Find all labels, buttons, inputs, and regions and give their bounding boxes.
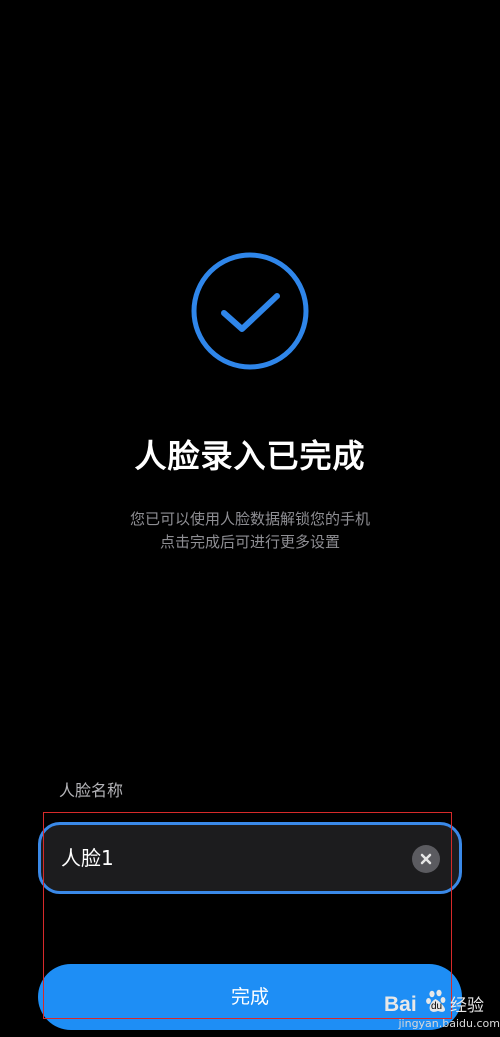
clear-icon[interactable]: [412, 845, 440, 873]
baidu-jingyan-watermark: Bai du 经验 jingyan.baidu.com: [382, 984, 500, 1037]
face-name-value[interactable]: 人脸1: [61, 825, 114, 891]
face-name-label: 人脸名称: [59, 781, 124, 800]
watermark-url: jingyan.baidu.com: [398, 1017, 500, 1030]
description-line-1: 您已可以使用人脸数据解锁您的手机: [129, 510, 370, 528]
svg-text:Bai: Bai: [384, 993, 417, 1016]
success-description: 您已可以使用人脸数据解锁您的手机 点击完成后可进行更多设置: [0, 508, 500, 554]
svg-text:经验: 经验: [450, 996, 484, 1016]
svg-text:du: du: [431, 1001, 442, 1012]
face-name-input[interactable]: 人脸1: [38, 822, 462, 894]
description-line-2: 点击完成后可进行更多设置: [159, 533, 340, 551]
success-check-icon: [191, 252, 309, 370]
page-title: 人脸录入已完成: [134, 437, 366, 475]
